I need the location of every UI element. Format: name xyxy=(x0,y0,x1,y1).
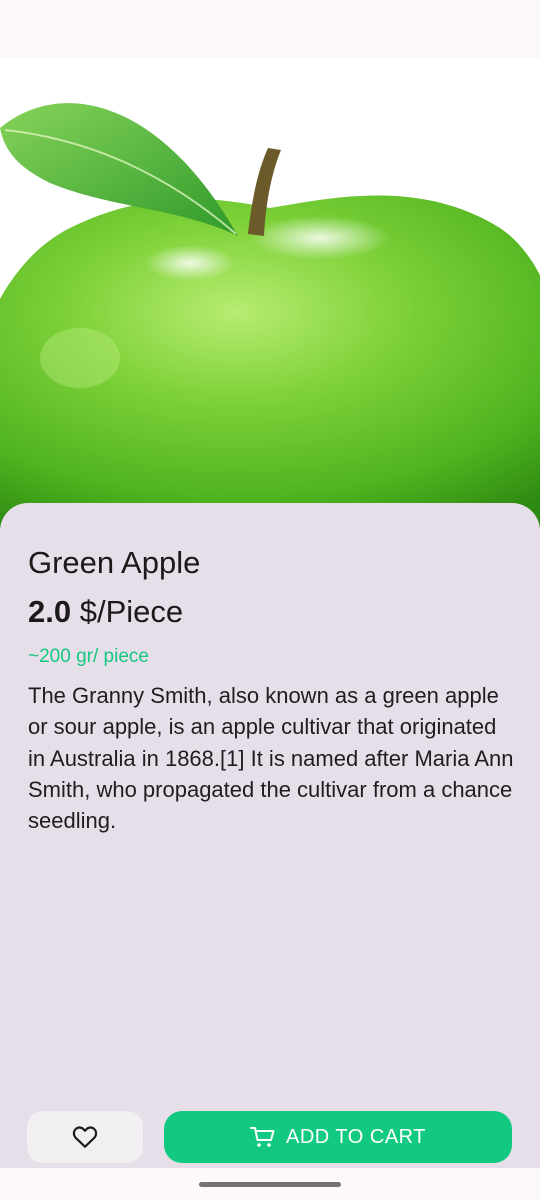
navigation-bar xyxy=(0,1168,540,1200)
home-indicator[interactable] xyxy=(199,1182,341,1187)
status-bar xyxy=(0,0,540,58)
weight-info: ~200 gr/ piece xyxy=(28,646,149,667)
product-title: Green Apple xyxy=(28,545,201,580)
favorite-button[interactable] xyxy=(27,1111,143,1163)
price-row: 2.0 $/Piece xyxy=(28,594,183,630)
cart-icon xyxy=(250,1126,276,1148)
add-to-cart-button[interactable]: ADD TO CART xyxy=(164,1111,512,1163)
product-image-carousel[interactable] xyxy=(0,58,540,528)
price-unit: $/Piece xyxy=(79,594,184,629)
green-apple-photo xyxy=(0,103,540,528)
product-description: The Granny Smith, also known as a green … xyxy=(28,683,514,834)
add-to-cart-label: ADD TO CART xyxy=(286,1125,426,1148)
heart-icon xyxy=(72,1126,98,1148)
price-value: 2.0 xyxy=(28,594,72,629)
